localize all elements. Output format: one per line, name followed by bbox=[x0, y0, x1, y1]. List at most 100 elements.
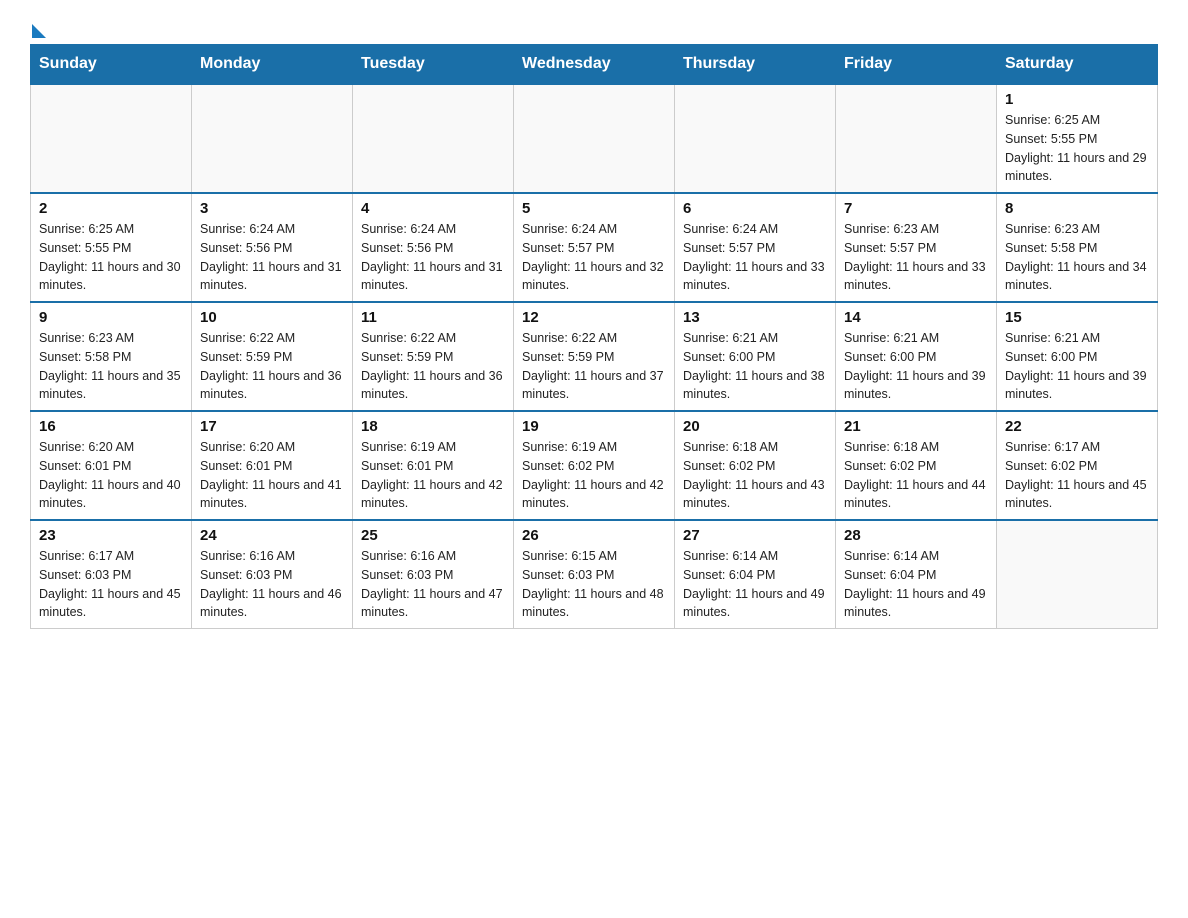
day-number: 10 bbox=[200, 309, 344, 326]
day-info: Sunrise: 6:16 AM Sunset: 6:03 PM Dayligh… bbox=[361, 547, 505, 622]
day-info: Sunrise: 6:21 AM Sunset: 6:00 PM Dayligh… bbox=[1005, 329, 1149, 404]
day-number: 1 bbox=[1005, 91, 1149, 108]
calendar-cell bbox=[997, 520, 1158, 629]
day-info: Sunrise: 6:21 AM Sunset: 6:00 PM Dayligh… bbox=[683, 329, 827, 404]
day-info: Sunrise: 6:22 AM Sunset: 5:59 PM Dayligh… bbox=[200, 329, 344, 404]
calendar-cell: 27 Sunrise: 6:14 AM Sunset: 6:04 PM Dayli… bbox=[675, 520, 836, 629]
day-info: Sunrise: 6:19 AM Sunset: 6:02 PM Dayligh… bbox=[522, 438, 666, 513]
day-info: Sunrise: 6:16 AM Sunset: 6:03 PM Dayligh… bbox=[200, 547, 344, 622]
day-number: 12 bbox=[522, 309, 666, 326]
calendar-cell: 5 Sunrise: 6:24 AM Sunset: 5:57 PM Daylig… bbox=[514, 193, 675, 302]
calendar-cell: 24Sunrise: 6:16 AM Sunset: 6:03 PM Dayli… bbox=[192, 520, 353, 629]
day-info: Sunrise: 6:19 AM Sunset: 6:01 PM Dayligh… bbox=[361, 438, 505, 513]
calendar-cell bbox=[192, 84, 353, 193]
calendar-cell: 23Sunrise: 6:17 AM Sunset: 6:03 PM Dayli… bbox=[31, 520, 192, 629]
day-number: 19 bbox=[522, 418, 666, 435]
day-number: 2 bbox=[39, 200, 183, 217]
calendar-cell: 8 Sunrise: 6:23 AM Sunset: 5:58 PM Daylig… bbox=[997, 193, 1158, 302]
day-info: Sunrise: 6:18 AM Sunset: 6:02 PM Dayligh… bbox=[844, 438, 988, 513]
day-number: 7 bbox=[844, 200, 988, 217]
day-info: Sunrise: 6:23 AM Sunset: 5:58 PM Dayligh… bbox=[1005, 220, 1149, 295]
weekday-header-sunday: Sunday bbox=[31, 45, 192, 85]
day-number: 20 bbox=[683, 418, 827, 435]
day-number: 22 bbox=[1005, 418, 1149, 435]
page-header bbox=[30, 20, 1158, 34]
weekday-header-thursday: Thursday bbox=[675, 45, 836, 85]
calendar-cell: 21Sunrise: 6:18 AM Sunset: 6:02 PM Dayli… bbox=[836, 411, 997, 520]
day-info: Sunrise: 6:24 AM Sunset: 5:56 PM Dayligh… bbox=[361, 220, 505, 295]
day-number: 27 bbox=[683, 527, 827, 544]
weekday-header-friday: Friday bbox=[836, 45, 997, 85]
calendar-cell: 17 Sunrise: 6:20 AM Sunset: 6:01 PM Dayli… bbox=[192, 411, 353, 520]
day-number: 11 bbox=[361, 309, 505, 326]
calendar-week-row: 16 Sunrise: 6:20 AM Sunset: 6:01 PM Dayli… bbox=[31, 411, 1158, 520]
day-info: Sunrise: 6:25 AM Sunset: 5:55 PM Dayligh… bbox=[1005, 111, 1149, 186]
day-number: 5 bbox=[522, 200, 666, 217]
day-number: 26 bbox=[522, 527, 666, 544]
weekday-header-saturday: Saturday bbox=[997, 45, 1158, 85]
day-info: Sunrise: 6:17 AM Sunset: 6:02 PM Dayligh… bbox=[1005, 438, 1149, 513]
calendar-cell: 18 Sunrise: 6:19 AM Sunset: 6:01 PM Dayli… bbox=[353, 411, 514, 520]
day-info: Sunrise: 6:24 AM Sunset: 5:56 PM Dayligh… bbox=[200, 220, 344, 295]
calendar-cell: 1 Sunrise: 6:25 AM Sunset: 5:55 PM Daylig… bbox=[997, 84, 1158, 193]
day-number: 14 bbox=[844, 309, 988, 326]
weekday-header-wednesday: Wednesday bbox=[514, 45, 675, 85]
calendar-cell: 2 Sunrise: 6:25 AM Sunset: 5:55 PM Daylig… bbox=[31, 193, 192, 302]
calendar-week-row: 9Sunrise: 6:23 AM Sunset: 5:58 PM Daylig… bbox=[31, 302, 1158, 411]
day-info: Sunrise: 6:24 AM Sunset: 5:57 PM Dayligh… bbox=[683, 220, 827, 295]
day-number: 18 bbox=[361, 418, 505, 435]
day-number: 4 bbox=[361, 200, 505, 217]
day-info: Sunrise: 6:25 AM Sunset: 5:55 PM Dayligh… bbox=[39, 220, 183, 295]
calendar-header-row: SundayMondayTuesdayWednesdayThursdayFrid… bbox=[31, 45, 1158, 85]
day-info: Sunrise: 6:22 AM Sunset: 5:59 PM Dayligh… bbox=[522, 329, 666, 404]
day-number: 13 bbox=[683, 309, 827, 326]
day-info: Sunrise: 6:22 AM Sunset: 5:59 PM Dayligh… bbox=[361, 329, 505, 404]
calendar-cell: 11 Sunrise: 6:22 AM Sunset: 5:59 PM Dayli… bbox=[353, 302, 514, 411]
day-info: Sunrise: 6:20 AM Sunset: 6:01 PM Dayligh… bbox=[200, 438, 344, 513]
calendar-cell: 10 Sunrise: 6:22 AM Sunset: 5:59 PM Dayli… bbox=[192, 302, 353, 411]
calendar-cell: 13 Sunrise: 6:21 AM Sunset: 6:00 PM Dayli… bbox=[675, 302, 836, 411]
weekday-header-monday: Monday bbox=[192, 45, 353, 85]
day-info: Sunrise: 6:20 AM Sunset: 6:01 PM Dayligh… bbox=[39, 438, 183, 513]
calendar-cell: 26 Sunrise: 6:15 AM Sunset: 6:03 PM Dayli… bbox=[514, 520, 675, 629]
calendar-cell: 15 Sunrise: 6:21 AM Sunset: 6:00 PM Dayli… bbox=[997, 302, 1158, 411]
day-number: 25 bbox=[361, 527, 505, 544]
day-info: Sunrise: 6:18 AM Sunset: 6:02 PM Dayligh… bbox=[683, 438, 827, 513]
calendar-cell: 19 Sunrise: 6:19 AM Sunset: 6:02 PM Dayli… bbox=[514, 411, 675, 520]
day-number: 8 bbox=[1005, 200, 1149, 217]
calendar-cell bbox=[353, 84, 514, 193]
calendar-cell bbox=[514, 84, 675, 193]
day-info: Sunrise: 6:15 AM Sunset: 6:03 PM Dayligh… bbox=[522, 547, 666, 622]
calendar-table: SundayMondayTuesdayWednesdayThursdayFrid… bbox=[30, 44, 1158, 629]
day-info: Sunrise: 6:21 AM Sunset: 6:00 PM Dayligh… bbox=[844, 329, 988, 404]
calendar-cell: 6 Sunrise: 6:24 AM Sunset: 5:57 PM Daylig… bbox=[675, 193, 836, 302]
calendar-cell bbox=[675, 84, 836, 193]
day-number: 6 bbox=[683, 200, 827, 217]
day-number: 15 bbox=[1005, 309, 1149, 326]
calendar-week-row: 23Sunrise: 6:17 AM Sunset: 6:03 PM Dayli… bbox=[31, 520, 1158, 629]
calendar-cell: 4 Sunrise: 6:24 AM Sunset: 5:56 PM Daylig… bbox=[353, 193, 514, 302]
day-number: 16 bbox=[39, 418, 183, 435]
day-info: Sunrise: 6:14 AM Sunset: 6:04 PM Dayligh… bbox=[683, 547, 827, 622]
calendar-cell: 16 Sunrise: 6:20 AM Sunset: 6:01 PM Dayli… bbox=[31, 411, 192, 520]
day-info: Sunrise: 6:17 AM Sunset: 6:03 PM Dayligh… bbox=[39, 547, 183, 622]
calendar-week-row: 2 Sunrise: 6:25 AM Sunset: 5:55 PM Daylig… bbox=[31, 193, 1158, 302]
day-number: 17 bbox=[200, 418, 344, 435]
calendar-cell bbox=[31, 84, 192, 193]
day-info: Sunrise: 6:23 AM Sunset: 5:57 PM Dayligh… bbox=[844, 220, 988, 295]
calendar-cell: 28Sunrise: 6:14 AM Sunset: 6:04 PM Dayli… bbox=[836, 520, 997, 629]
day-number: 3 bbox=[200, 200, 344, 217]
calendar-cell: 14 Sunrise: 6:21 AM Sunset: 6:00 PM Dayli… bbox=[836, 302, 997, 411]
day-info: Sunrise: 6:14 AM Sunset: 6:04 PM Dayligh… bbox=[844, 547, 988, 622]
calendar-cell: 9Sunrise: 6:23 AM Sunset: 5:58 PM Daylig… bbox=[31, 302, 192, 411]
weekday-header-tuesday: Tuesday bbox=[353, 45, 514, 85]
calendar-cell: 22 Sunrise: 6:17 AM Sunset: 6:02 PM Dayli… bbox=[997, 411, 1158, 520]
day-info: Sunrise: 6:24 AM Sunset: 5:57 PM Dayligh… bbox=[522, 220, 666, 295]
calendar-cell: 3 Sunrise: 6:24 AM Sunset: 5:56 PM Daylig… bbox=[192, 193, 353, 302]
logo-arrow-icon bbox=[32, 24, 46, 38]
calendar-cell: 7 Sunrise: 6:23 AM Sunset: 5:57 PM Daylig… bbox=[836, 193, 997, 302]
calendar-cell: 12 Sunrise: 6:22 AM Sunset: 5:59 PM Dayli… bbox=[514, 302, 675, 411]
calendar-cell: 25 Sunrise: 6:16 AM Sunset: 6:03 PM Dayli… bbox=[353, 520, 514, 629]
calendar-cell: 20 Sunrise: 6:18 AM Sunset: 6:02 PM Dayli… bbox=[675, 411, 836, 520]
calendar-week-row: 1 Sunrise: 6:25 AM Sunset: 5:55 PM Daylig… bbox=[31, 84, 1158, 193]
